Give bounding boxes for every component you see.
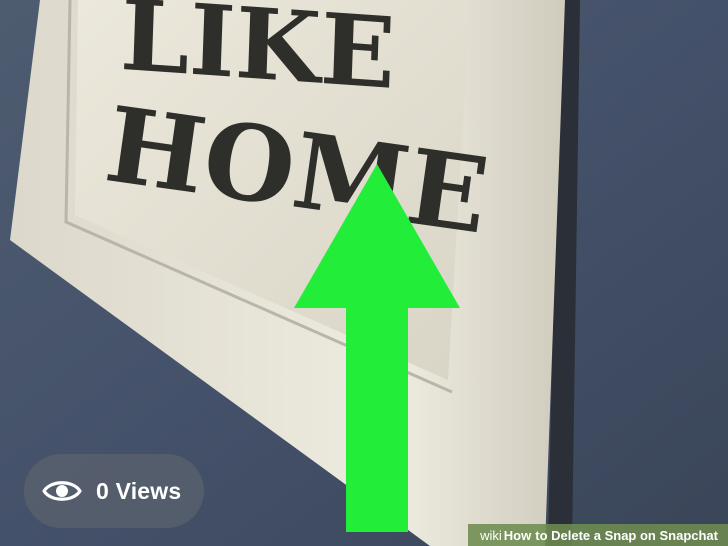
- wikihow-brand-how: How: [503, 527, 532, 543]
- views-indicator[interactable]: 0 Views: [24, 454, 204, 528]
- wikihow-title: to Delete a Snap on Snapchat: [535, 527, 718, 543]
- views-count: 0 Views: [96, 477, 182, 504]
- wikihow-banner: wiki How to Delete a Snap on Snapchat: [468, 524, 728, 546]
- snap-viewer: LIKE HOME 0 Views wiki How to Delete a S…: [0, 0, 728, 546]
- eye-icon: [42, 481, 82, 501]
- wikihow-brand-prefix: wiki: [480, 527, 502, 543]
- arrow-up-icon: [294, 164, 460, 532]
